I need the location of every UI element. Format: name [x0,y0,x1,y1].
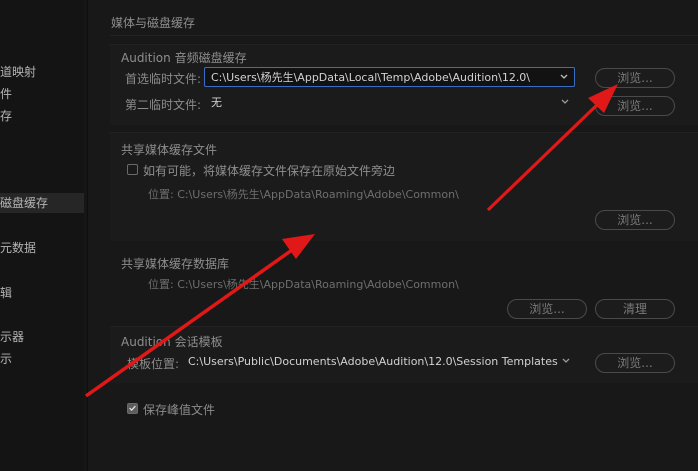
save-peak-label: 保存峰值文件 [143,403,216,417]
shared-cache-files-heading: 共享媒体缓存文件 [121,143,218,157]
check-icon [129,405,136,412]
shared-files-browse-button[interactable]: 浏览... [595,210,675,230]
secondary-temp-select[interactable]: 无 [205,93,575,113]
sidebar-item-disk-cache[interactable]: 磁盘缓存 [0,193,84,213]
sidebar-item-metadata[interactable]: 元数据 [0,239,36,256]
shared-cache-db-heading: 共享媒体缓存数据库 [121,257,230,271]
save-peak-checkbox[interactable] [127,403,138,414]
sidebar-item-file[interactable]: 件 [0,85,12,102]
primary-browse-button[interactable]: 浏览... [595,68,675,88]
secondary-temp-label: 第二临时文件: [125,98,202,112]
panel-title: 媒体与磁盘缓存 [111,16,196,30]
save-beside-original-label: 如有可能，将媒体缓存文件保存在原始文件旁边 [143,164,396,178]
primary-temp-value: C:\Users\杨先生\AppData\Local\Temp\Adobe\Au… [211,71,531,84]
shared-cache-db-location: 位置: C:\Users\杨先生\AppData\Roaming\Adobe\C… [148,278,459,291]
sidebar-item-monitor[interactable]: 示器 [0,328,24,345]
secondary-temp-value: 无 [211,96,222,109]
template-location-value: C:\Users\Public\Documents\Adobe\Audition… [188,355,558,368]
title-divider [110,35,698,36]
sidebar-item-storage[interactable]: 存 [0,107,12,124]
preferences-sidebar: 道映射 件 存 磁盘缓存 元数据 辑 示器 示 [0,0,84,471]
template-location-label: 模板位置: [127,357,180,371]
template-location-select[interactable]: C:\Users\Public\Documents\Adobe\Audition… [182,352,576,372]
shared-db-browse-button[interactable]: 浏览... [507,299,587,319]
audition-cache-heading: Audition 音频磁盘缓存 [121,51,247,65]
session-template-heading: Audition 会话模板 [121,335,223,349]
sidebar-item-display[interactable]: 示 [0,350,12,367]
shared-db-clean-button[interactable]: 清理 [595,299,675,319]
primary-temp-select[interactable]: C:\Users\杨先生\AppData\Local\Temp\Adobe\Au… [204,67,575,87]
chevron-down-icon [562,358,570,363]
chevron-down-icon [560,74,568,79]
sidebar-item-editing[interactable]: 辑 [0,284,12,301]
primary-temp-label: 首选临时文件: [125,72,202,86]
shared-cache-files-location: 位置: C:\Users\杨先生\AppData\Roaming\Adobe\C… [148,188,459,201]
secondary-browse-button[interactable]: 浏览... [595,96,675,116]
template-browse-button[interactable]: 浏览... [595,353,675,373]
sidebar-item-channel-mapping[interactable]: 道映射 [0,63,36,80]
chevron-down-icon [561,99,569,104]
save-beside-original-checkbox[interactable] [127,164,138,175]
